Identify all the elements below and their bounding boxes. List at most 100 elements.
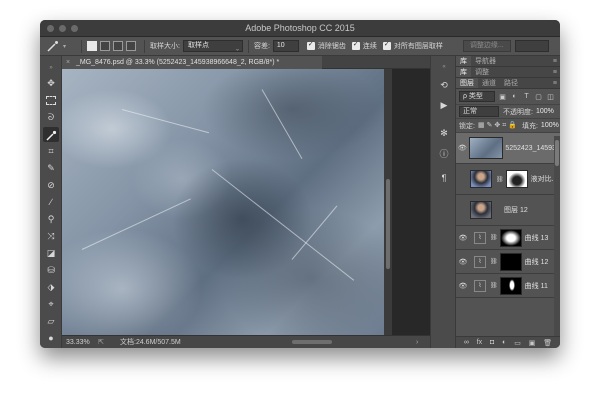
layer-name: 5252423_145938...: [505, 144, 560, 152]
tab-adjustments[interactable]: 调整: [471, 67, 493, 77]
visibility-eye-icon[interactable]: 👁: [456, 175, 470, 183]
layer-thumbnail: [470, 201, 492, 219]
scrollbar-thumb[interactable]: [386, 179, 390, 269]
shape-filter-icon[interactable]: ▢: [534, 92, 543, 101]
document-canvas[interactable]: [62, 69, 384, 335]
layer-row[interactable]: 👁 ⛓ 液对比...: [456, 164, 560, 195]
info-panel-icon[interactable]: ⓘ: [436, 146, 452, 160]
layer-mask-thumbnail: [499, 228, 522, 247]
contiguous-checkbox[interactable]: 连续: [351, 40, 377, 51]
new-selection-button[interactable]: [87, 41, 97, 51]
layers-list: 👁 5252423_145938... 👁 ⛓ 液对比... 👁 图层 12 👁…: [456, 133, 560, 298]
type-filter-icon[interactable]: T: [522, 92, 531, 101]
layer-row[interactable]: 👁 ⌇ ⛓ 曲线 13: [456, 226, 560, 250]
adjustment-filter-icon[interactable]: ◐: [510, 92, 519, 101]
layer-name: 曲线 13: [524, 234, 549, 242]
layer-mask-thumbnail: [499, 276, 522, 295]
layer-row[interactable]: 👁 ⌇ ⛓ 曲线 12: [456, 250, 560, 274]
export-icon[interactable]: ⇱: [98, 338, 120, 346]
dodge-tool-icon[interactable]: ⌖: [43, 297, 59, 312]
anti-alias-checkbox[interactable]: 消除锯齿: [306, 40, 346, 51]
canvas-gutter: [392, 69, 430, 335]
clone-stamp-tool-icon[interactable]: ⚲: [43, 212, 59, 227]
brush-tool-icon[interactable]: ∕: [43, 195, 59, 210]
curves-adjustment-icon: ⌇: [474, 231, 486, 244]
add-to-selection-button[interactable]: [100, 41, 110, 51]
workspace-select[interactable]: [514, 40, 549, 52]
blend-mode-select[interactable]: 正常: [459, 106, 499, 117]
eyedropper-tool-icon[interactable]: ✎: [43, 161, 59, 176]
document-tab[interactable]: × _MG_8476.psd @ 33.3% (5252423_14593896…: [62, 56, 322, 69]
healing-brush-tool-icon[interactable]: ⊘: [43, 178, 59, 193]
adjustments-panel-tabs: 库 调整 ≡: [456, 67, 560, 78]
brush-presets-panel-icon[interactable]: ✻: [436, 126, 452, 140]
tab-layers[interactable]: 图层: [456, 78, 478, 88]
layer-row[interactable]: 👁 图层 12: [456, 195, 560, 226]
tab-channels[interactable]: 通道: [478, 78, 500, 88]
layer-row[interactable]: 👁 5252423_145938...: [456, 133, 560, 164]
layer-filter-kind-select[interactable]: ρ 类型: [459, 91, 495, 102]
horizontal-scrollbar-thumb[interactable]: [292, 340, 332, 344]
checkbox-checked-icon: [306, 40, 315, 50]
actions-panel-icon[interactable]: ▶: [436, 98, 452, 112]
new-group-icon[interactable]: ▭: [514, 339, 521, 347]
expand-panels-icon[interactable]: «: [436, 60, 452, 74]
history-panel-icon[interactable]: ⟲: [436, 78, 452, 92]
intersect-selection-button[interactable]: [126, 41, 136, 51]
navigator-panel-tabs: 库 导航器 ≡: [456, 56, 560, 67]
opacity-value[interactable]: 100%: [536, 108, 554, 115]
layer-row[interactable]: 👁 ⌇ ⛓ 曲线 11: [456, 274, 560, 298]
visibility-eye-icon[interactable]: 👁: [456, 234, 470, 242]
drop-tool-icon[interactable]: ●: [43, 331, 59, 346]
visibility-eye-icon[interactable]: 👁: [456, 258, 470, 266]
visibility-eye-icon[interactable]: 👁: [456, 282, 470, 290]
layers-panel-footer: ∞ fx ◘ ◐ ▭ ▣ 🗑: [456, 336, 560, 348]
new-adjustment-layer-icon[interactable]: ◐: [502, 339, 506, 346]
eraser-alt-tool-icon[interactable]: ▱: [43, 314, 59, 329]
zoom-level[interactable]: 33.33%: [62, 339, 98, 346]
refine-edge-button[interactable]: 调整边缘...: [462, 40, 511, 52]
new-layer-icon[interactable]: ▣: [529, 339, 536, 347]
delete-layer-icon[interactable]: 🗑: [543, 339, 552, 347]
vertical-scrollbar[interactable]: [384, 69, 392, 335]
link-icon: ⛓: [490, 259, 498, 265]
fill-value[interactable]: 100%: [541, 122, 559, 129]
panel-menu-icon[interactable]: ≡: [553, 67, 557, 78]
add-mask-icon[interactable]: ◘: [490, 339, 494, 346]
collapse-panel-icon[interactable]: »: [43, 60, 59, 75]
layer-style-icon[interactable]: fx: [477, 339, 482, 346]
close-tab-icon[interactable]: ×: [66, 56, 70, 69]
move-tool-icon[interactable]: ✥: [43, 76, 59, 91]
visibility-eye-icon[interactable]: 👁: [456, 144, 469, 152]
status-menu-arrow[interactable]: ›: [416, 339, 430, 346]
panel-menu-icon[interactable]: ≡: [553, 78, 557, 89]
panel-menu-icon[interactable]: ≡: [553, 56, 557, 67]
tab-paths[interactable]: 路径: [500, 78, 522, 88]
tab-navigator[interactable]: 导航器: [471, 56, 500, 66]
tolerance-input[interactable]: 10: [272, 40, 299, 52]
scrollbar-thumb[interactable]: [555, 140, 559, 166]
visibility-eye-icon[interactable]: 👁: [456, 206, 470, 214]
pixel-filter-icon[interactable]: ▣: [498, 92, 507, 101]
magic-wand-icon: [47, 41, 58, 52]
marquee-tool-icon[interactable]: [43, 93, 59, 108]
subtract-from-selection-button[interactable]: [113, 41, 123, 51]
eraser-tool-icon[interactable]: ◪: [43, 246, 59, 261]
lasso-tool-icon[interactable]: ᘐ: [43, 110, 59, 125]
paragraph-panel-icon[interactable]: ¶: [436, 171, 452, 185]
sample-size-select[interactable]: 取样点: [182, 40, 243, 52]
crop-tool-icon[interactable]: ⌗: [43, 144, 59, 159]
layers-scrollbar[interactable]: [554, 136, 560, 336]
paint-bucket-tool-icon[interactable]: ⛁: [43, 263, 59, 278]
history-brush-tool-icon[interactable]: ⤨: [43, 229, 59, 244]
tool-preset-picker[interactable]: ▾: [46, 39, 76, 54]
tab-library-2[interactable]: 库: [456, 67, 471, 77]
lock-options-icons[interactable]: ▦✎✥⌗🔒: [478, 121, 519, 130]
smart-object-filter-icon[interactable]: ◫: [546, 92, 555, 101]
magic-wand-tool-icon[interactable]: [43, 127, 59, 142]
opacity-label: 不透明度:: [503, 108, 533, 116]
blur-tool-icon[interactable]: ⬗: [43, 280, 59, 295]
tab-library[interactable]: 库: [456, 56, 471, 66]
link-layers-icon[interactable]: ∞: [464, 339, 469, 346]
sample-all-layers-checkbox[interactable]: 对所有图层取样: [382, 40, 443, 51]
